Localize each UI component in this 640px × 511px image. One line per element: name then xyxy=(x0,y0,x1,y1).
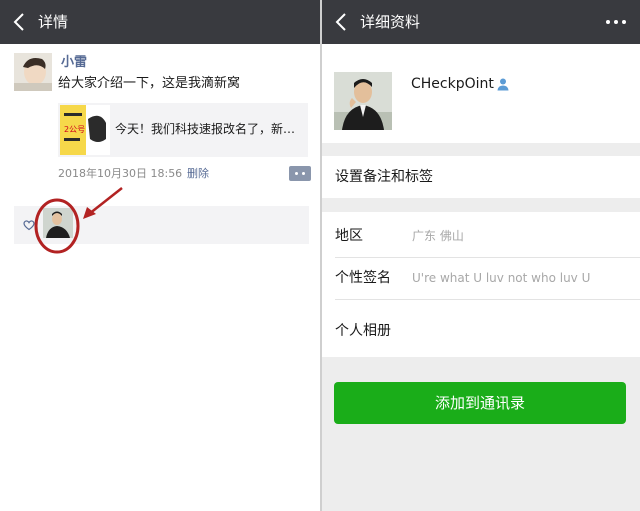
author-name[interactable]: 小雷 xyxy=(61,55,87,71)
profile-name: CHeckpOint xyxy=(411,76,494,92)
signature-label: 个性签名 xyxy=(335,270,391,286)
region-value: 广东 佛山 xyxy=(412,229,464,243)
delete-link[interactable]: 删除 xyxy=(187,167,209,181)
svg-text:2公号: 2公号 xyxy=(64,125,85,134)
back-arrow-icon[interactable] xyxy=(332,11,352,33)
back-arrow-icon[interactable] xyxy=(10,11,30,33)
heart-icon xyxy=(23,220,35,231)
remark-tags-row[interactable]: 设置备注和标签 xyxy=(322,156,640,198)
add-to-contacts-button[interactable]: 添加到通讯录 xyxy=(334,382,626,424)
comment-menu-button[interactable] xyxy=(289,166,311,181)
signature-value: U're what U luv not who luv U xyxy=(412,271,591,285)
region-label: 地区 xyxy=(335,228,363,244)
post-text: 给大家介绍一下，这是我滴新窝 xyxy=(58,76,241,91)
liker-avatar[interactable] xyxy=(43,208,73,238)
profile-detail-panel: 详细资料 CHeckpOint 设置备注和标签 地区 广东 佛山 个性签名 U'… xyxy=(322,0,640,511)
more-options-icon[interactable] xyxy=(604,12,628,32)
divider xyxy=(335,257,640,258)
top-bar: 详细资料 xyxy=(322,0,640,44)
author-avatar[interactable] xyxy=(14,53,52,91)
top-bar: 详情 xyxy=(0,0,320,44)
article-thumbnail: 2公号 xyxy=(60,105,110,155)
info-section: 地区 广东 佛山 个性签名 U're what U luv not who lu… xyxy=(322,212,640,357)
article-title: 今天！我们科技速报改名了，新… xyxy=(115,122,296,136)
remark-tags-label: 设置备注和标签 xyxy=(335,169,433,185)
moment-detail-panel: 详情 小雷 给大家介绍一下，这是我滴新窝 2公号 今天！我们科技速报改名了，新…… xyxy=(0,0,320,511)
profile-photo[interactable] xyxy=(334,72,392,130)
page-title: 详细资料 xyxy=(360,13,421,31)
page-title: 详情 xyxy=(38,13,69,31)
divider xyxy=(335,299,640,300)
shared-article-card[interactable]: 2公号 今天！我们科技速报改名了，新… xyxy=(58,103,308,157)
post-timestamp: 2018年10月30日 18:56 xyxy=(58,167,183,180)
male-user-icon xyxy=(497,78,509,91)
album-label[interactable]: 个人相册 xyxy=(335,322,391,340)
